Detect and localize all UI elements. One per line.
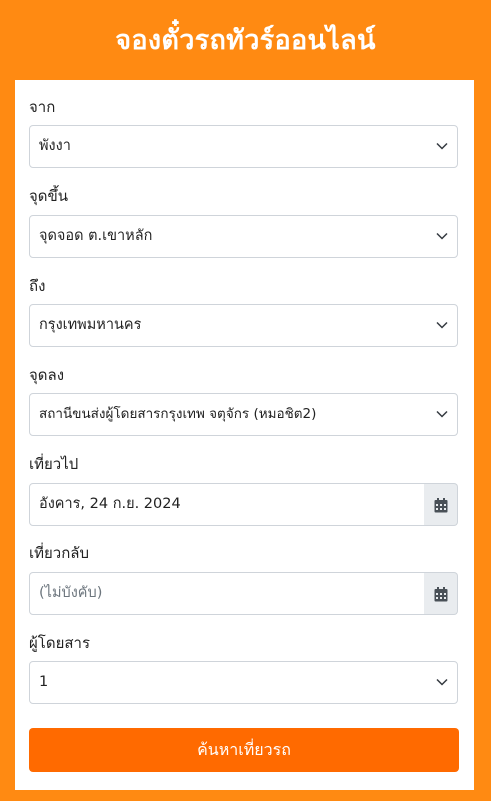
calendar-icon	[434, 587, 448, 602]
booking-form: จาก พังงา จุดขึ้น จุดจอด ต.เขาหลัก ถึง ก…	[15, 80, 474, 790]
dropoff-select[interactable]: สถานีขนส่งผู้โดยสารกรุงเทพ จตุจักร (หมอช…	[29, 393, 458, 436]
page-title: จองตั๋วรถทัวร์ออนไลน์	[115, 25, 376, 56]
return-label: เที่ยวกลับ	[29, 544, 90, 562]
chevron-down-icon	[436, 142, 448, 150]
calendar-icon	[434, 498, 448, 513]
passengers-value: 1	[39, 674, 49, 690]
pickup-select[interactable]: จุดจอด ต.เขาหลัก	[29, 215, 458, 258]
return-date-input[interactable]: (ไม่บังคับ)	[29, 572, 425, 615]
dropoff-value: สถานีขนส่งผู้โดยสารกรุงเทพ จตุจักร (หมอช…	[39, 406, 317, 422]
search-trips-button[interactable]: ค้นหาเที่ยวรถ	[29, 728, 459, 772]
from-label: จาก	[29, 98, 56, 116]
return-placeholder: (ไม่บังคับ)	[39, 585, 103, 601]
depart-date-input[interactable]: อังคาร, 24 ก.ย. 2024	[29, 483, 425, 526]
to-value: กรุงเทพมหานคร	[39, 317, 142, 333]
to-select[interactable]: กรุงเทพมหานคร	[29, 304, 458, 347]
pickup-value: จุดจอด ต.เขาหลัก	[39, 228, 153, 244]
dropoff-label: จุดลง	[29, 366, 65, 384]
from-value: พังงา	[39, 138, 71, 154]
depart-value: อังคาร, 24 ก.ย. 2024	[39, 496, 181, 512]
depart-label: เที่ยวไป	[29, 455, 79, 473]
passengers-label: ผู้โดยสาร	[29, 634, 91, 652]
to-label: ถึง	[29, 277, 46, 295]
chevron-down-icon	[436, 321, 448, 329]
chevron-down-icon	[436, 678, 448, 686]
chevron-down-icon	[436, 232, 448, 240]
depart-calendar-button[interactable]	[424, 483, 458, 526]
chevron-down-icon	[436, 410, 448, 418]
return-calendar-button[interactable]	[424, 572, 458, 615]
from-select[interactable]: พังงา	[29, 125, 458, 168]
pickup-label: จุดขึ้น	[29, 187, 69, 205]
passengers-select[interactable]: 1	[29, 661, 458, 704]
